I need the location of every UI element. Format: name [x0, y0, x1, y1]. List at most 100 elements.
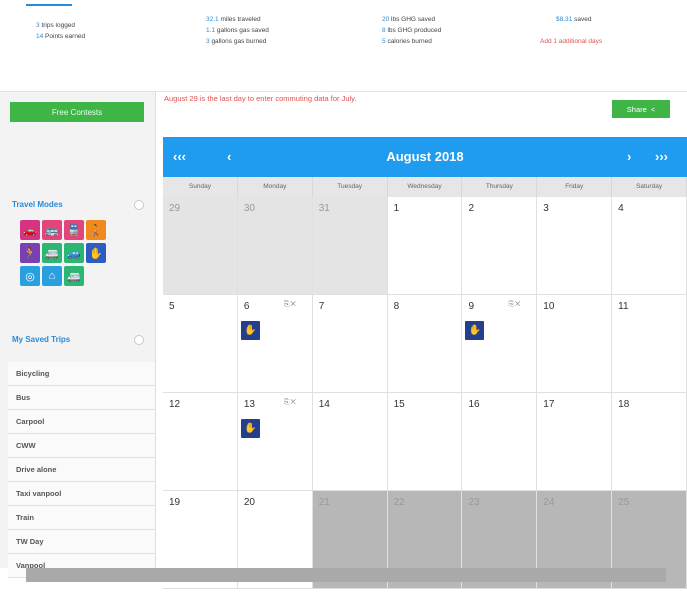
saved-trip-item[interactable]: Bicycling [8, 362, 155, 386]
day-of-week-header: Thursday [462, 177, 538, 197]
stat-label: trips logged [41, 22, 76, 29]
day-of-week-header: Sunday [163, 177, 238, 197]
shuttle-icon[interactable]: 🚐 [64, 266, 84, 286]
day-number: 1 [393, 203, 400, 214]
day-number: 25 [618, 497, 630, 508]
stat-label: miles traveled [220, 16, 261, 23]
calendar-day-cell[interactable]: 14 [312, 393, 388, 491]
calendar-day-cell[interactable]: 1 [387, 197, 463, 295]
car-icon[interactable]: 🚗 [20, 220, 40, 240]
stat-value: $8.31 [556, 16, 573, 23]
stat-item: 8 lbs GHG produced [382, 27, 441, 34]
calendar-day-cell[interactable]: 31 [312, 197, 388, 295]
calendar-day-cell[interactable]: 13 ⎘✕ ✋ [237, 393, 313, 491]
day-number: 9 [468, 301, 474, 312]
calendar-week: 12 13 ⎘✕ ✋ 14 15 16 17 18 [163, 393, 687, 491]
day-number: 6 [243, 301, 250, 312]
day-number: 8 [393, 301, 400, 312]
stat-value: 14 [36, 33, 44, 40]
saved-trip-item[interactable]: TW Day [8, 530, 155, 554]
next-year-button[interactable]: ››› [655, 149, 668, 164]
info-icon[interactable] [134, 200, 144, 210]
share-button[interactable]: Share < [612, 100, 670, 118]
vanpool-icon[interactable]: 🚙 [64, 243, 84, 263]
saved-trip-item[interactable]: Taxi vanpool [8, 482, 155, 506]
stat-item: $8.31 saved [556, 16, 591, 23]
calendar-day-cell[interactable]: 16 [462, 393, 538, 491]
page: 3 trips logged 14 Points earned 32.1 mile… [0, 0, 687, 595]
month-label: August 2018 [386, 149, 464, 164]
calendar-day-cell[interactable]: 4 [612, 197, 687, 295]
telework-icon[interactable]: ✋ [465, 321, 485, 340]
calendar-day-cell[interactable]: 7 [312, 295, 388, 393]
calendar-day-cell[interactable]: 10 [537, 295, 613, 393]
free-contests-button[interactable]: Free Contests [10, 102, 144, 122]
day-number: 22 [393, 497, 405, 508]
calendar-week: 29 30 31 1 2 3 4 [163, 197, 687, 295]
calendar-day-cell[interactable]: 18 [612, 393, 687, 491]
telework-icon[interactable]: ✋ [240, 321, 260, 340]
stat-item: 20 lbs GHG saved [382, 16, 435, 23]
telework-icon[interactable]: ✋ [86, 243, 106, 263]
saved-trip-item[interactable]: Train [8, 506, 155, 530]
day-number: 2 [468, 203, 474, 214]
calendar-day-cell[interactable]: 3 [537, 197, 613, 295]
additional-days-link[interactable]: Add 1 additional days [540, 38, 602, 45]
saved-trip-item[interactable]: Drive alone [8, 458, 155, 482]
day-number: 12 [169, 399, 181, 410]
circle-icon[interactable]: ◎ [20, 266, 40, 286]
horizontal-scrollbar[interactable] [26, 568, 666, 582]
calendar-day-cell[interactable]: 17 [537, 393, 613, 491]
calendar-day-cell[interactable]: 2 [462, 197, 538, 295]
stat-item: 5 calories burned [382, 38, 432, 45]
stat-label: saved [574, 16, 592, 23]
day-of-week-header: Saturday [612, 177, 687, 197]
calendar-day-cell[interactable]: 29 [163, 197, 238, 295]
day-number: 18 [618, 399, 630, 410]
day-number: 3 [543, 203, 549, 214]
calendar-grid: 29 30 31 1 2 3 4 5 6 ⎘✕ ✋ 7 8 9 ⎘✕ ✋ 10 11 12 13 ⎘✕ ✋ 14 15 16 17… [163, 197, 687, 589]
sidebar: Free Contests Travel Modes 🚗 🚌 🚆 🚶 🏃 🚐 🚙 ✋ ◎ ⌂ 🚐 M… [0, 92, 156, 578]
saved-trip-item[interactable]: Bus [8, 386, 155, 410]
calendar-day-cell[interactable]: 12 [163, 393, 238, 491]
stat-label: calories burned [387, 38, 432, 45]
train-icon[interactable]: 🚆 [64, 220, 84, 240]
calendar-day-cell[interactable]: 30 [237, 197, 313, 295]
day-number: 13 [243, 399, 255, 410]
next-month-button[interactable]: › [627, 149, 631, 164]
stat-item: 14 Points earned [36, 33, 85, 40]
calendar-day-cell[interactable]: 11 [612, 295, 687, 393]
stat-value: 8 [382, 27, 386, 34]
calendar-day-cell[interactable]: 6 ⎘✕ ✋ [237, 295, 313, 393]
day-of-week-header: Friday [537, 177, 613, 197]
bus-icon[interactable]: 🚌 [42, 220, 62, 240]
day-of-week-header: Wednesday [388, 177, 463, 197]
copy-delete-icons[interactable]: ⎘✕ [284, 301, 297, 309]
info-icon[interactable] [134, 335, 144, 345]
run-icon[interactable]: 🏃 [20, 243, 40, 263]
day-number: 11 [618, 301, 629, 312]
day-number: 16 [468, 399, 480, 410]
copy-delete-icons[interactable]: ⎘✕ [508, 301, 521, 309]
home-icon[interactable]: ⌂ [42, 266, 62, 286]
copy-delete-icons[interactable]: ⎘✕ [284, 399, 297, 407]
calendar-day-cell[interactable]: 5 [163, 295, 238, 393]
calendar-day-cell[interactable]: 8 [387, 295, 463, 393]
active-tab-indicator [26, 4, 72, 6]
day-number: 4 [618, 203, 624, 214]
day-number: 17 [543, 399, 555, 410]
day-number: 14 [318, 399, 330, 410]
calendar-day-cell[interactable]: 15 [387, 393, 463, 491]
van-icon[interactable]: 🚐 [42, 243, 62, 263]
saved-trip-item[interactable]: Carpool [8, 410, 155, 434]
day-number: 24 [543, 497, 555, 508]
stat-value: 3 [36, 22, 40, 29]
walk-icon[interactable]: 🚶 [86, 220, 106, 240]
stat-item: 3 trips logged [36, 22, 75, 29]
deadline-notice: August 29 is the last day to enter commu… [164, 94, 357, 103]
share-label: Share [626, 104, 647, 114]
saved-trips-list: Bicycling Bus Carpool CWW Drive alone Taxi va… [8, 362, 155, 578]
calendar-day-cell[interactable]: 9 ⎘✕ ✋ [462, 295, 538, 393]
saved-trip-item[interactable]: CWW [8, 434, 155, 458]
telework-icon[interactable]: ✋ [240, 419, 260, 438]
